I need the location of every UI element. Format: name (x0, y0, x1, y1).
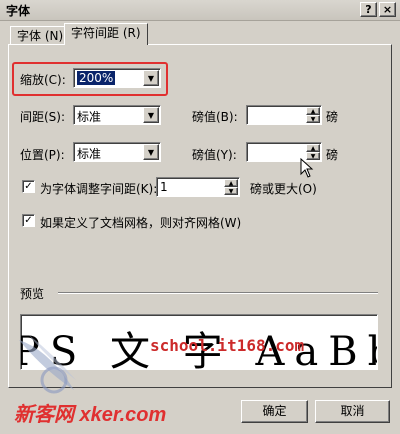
scale-combo[interactable]: 200% ▼ (73, 68, 161, 88)
spin-up-icon[interactable]: ▲ (306, 144, 320, 152)
spin-down-icon[interactable]: ▼ (306, 115, 320, 123)
kerning-spinner[interactable]: 1 ▲ ▼ (156, 177, 240, 197)
preview-label: 预览 (20, 287, 45, 301)
chevron-down-icon[interactable]: ▼ (143, 70, 159, 86)
preview-divider (58, 292, 378, 294)
scale-value: 200% (77, 71, 116, 85)
spin-down-icon[interactable]: ▼ (224, 187, 238, 195)
help-button[interactable]: ? (360, 2, 377, 17)
spin-up-icon[interactable]: ▲ (224, 179, 238, 187)
cancel-button[interactable]: 取消 (315, 400, 390, 423)
grid-checkbox[interactable]: ✓ (22, 214, 35, 227)
title-bar (0, 0, 400, 21)
close-button[interactable]: × (379, 2, 396, 17)
chevron-down-icon[interactable]: ▼ (143, 107, 159, 123)
position-value: 标准 (77, 147, 102, 161)
spin-up-icon[interactable]: ▲ (306, 107, 320, 115)
tab-font[interactable]: 字体 (N) (10, 26, 71, 45)
grid-label: 如果定义了文档网格，则对齐网格(W) (40, 216, 242, 230)
kerning-value: 1 (160, 180, 168, 194)
kerning-checkbox[interactable]: ✓ (22, 180, 35, 193)
spacing-amount-label: 磅值(B): (192, 110, 238, 124)
position-amount-label: 磅值(Y): (192, 148, 237, 162)
kerning-suffix: 磅或更大(O) (250, 182, 317, 196)
kerning-label: 为字体调整字间距(K): (40, 182, 158, 196)
watermark-wing-icon (19, 335, 76, 394)
tab-character-spacing[interactable]: 字符间距 (R) (64, 23, 148, 45)
window-title: 字体 (6, 4, 31, 18)
spacing-value: 标准 (77, 110, 102, 124)
ok-button[interactable]: 确定 (241, 400, 308, 423)
spacing-unit: 磅 (326, 110, 339, 124)
position-unit: 磅 (326, 148, 339, 162)
scale-label: 缩放(C): (20, 73, 66, 87)
watermark-site: school.it168.com (150, 336, 305, 355)
spacing-amount-spinner[interactable]: ▲ ▼ (246, 105, 322, 125)
spacing-label: 间距(S): (20, 110, 66, 124)
chevron-down-icon[interactable]: ▼ (143, 144, 159, 160)
watermark-logo: 新客网 xker.com (14, 404, 167, 426)
position-label: 位置(P): (20, 148, 65, 162)
position-combo[interactable]: 标准 ▼ (73, 142, 161, 162)
mouse-cursor-icon (300, 158, 314, 178)
spacing-combo[interactable]: 标准 ▼ (73, 105, 161, 125)
